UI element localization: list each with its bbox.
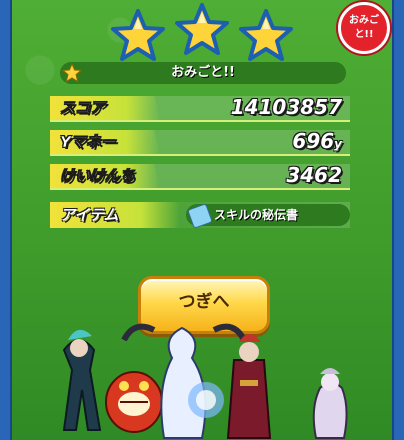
star-icon xyxy=(175,3,229,55)
excellent-badge: おみごと!! xyxy=(338,2,390,54)
score-row: スコア 14103857 xyxy=(50,95,350,122)
left-border xyxy=(0,0,12,440)
money-row: Yマネー 696y xyxy=(50,128,350,156)
score-label: スコア xyxy=(60,99,106,118)
item-name: スキルの秘伝書 xyxy=(214,208,299,222)
character-group xyxy=(62,323,348,439)
score-value: 14103857 xyxy=(230,95,342,119)
character-ninja xyxy=(62,329,102,431)
result-title: おみごと!! xyxy=(60,62,346,84)
small-star-icon xyxy=(62,63,82,83)
character-red-monster xyxy=(105,371,163,433)
item-label: アイテム xyxy=(60,206,119,224)
star-icon xyxy=(111,9,165,61)
money-value-wrap: 696y xyxy=(292,128,342,154)
money-label: Yマネー xyxy=(60,133,116,152)
money-value: 696 xyxy=(292,129,335,153)
character-samurai xyxy=(226,334,272,439)
money-unit: y xyxy=(334,137,342,151)
character-small-ghost xyxy=(312,368,348,439)
right-border xyxy=(392,0,404,440)
item-row: アイテム スキルの秘伝書 xyxy=(50,202,350,229)
exp-value: 3462 xyxy=(286,163,342,187)
exp-row: けいけんち 3462 xyxy=(50,163,350,190)
exp-label: けいけんち xyxy=(60,167,136,186)
star-icon xyxy=(239,9,293,61)
